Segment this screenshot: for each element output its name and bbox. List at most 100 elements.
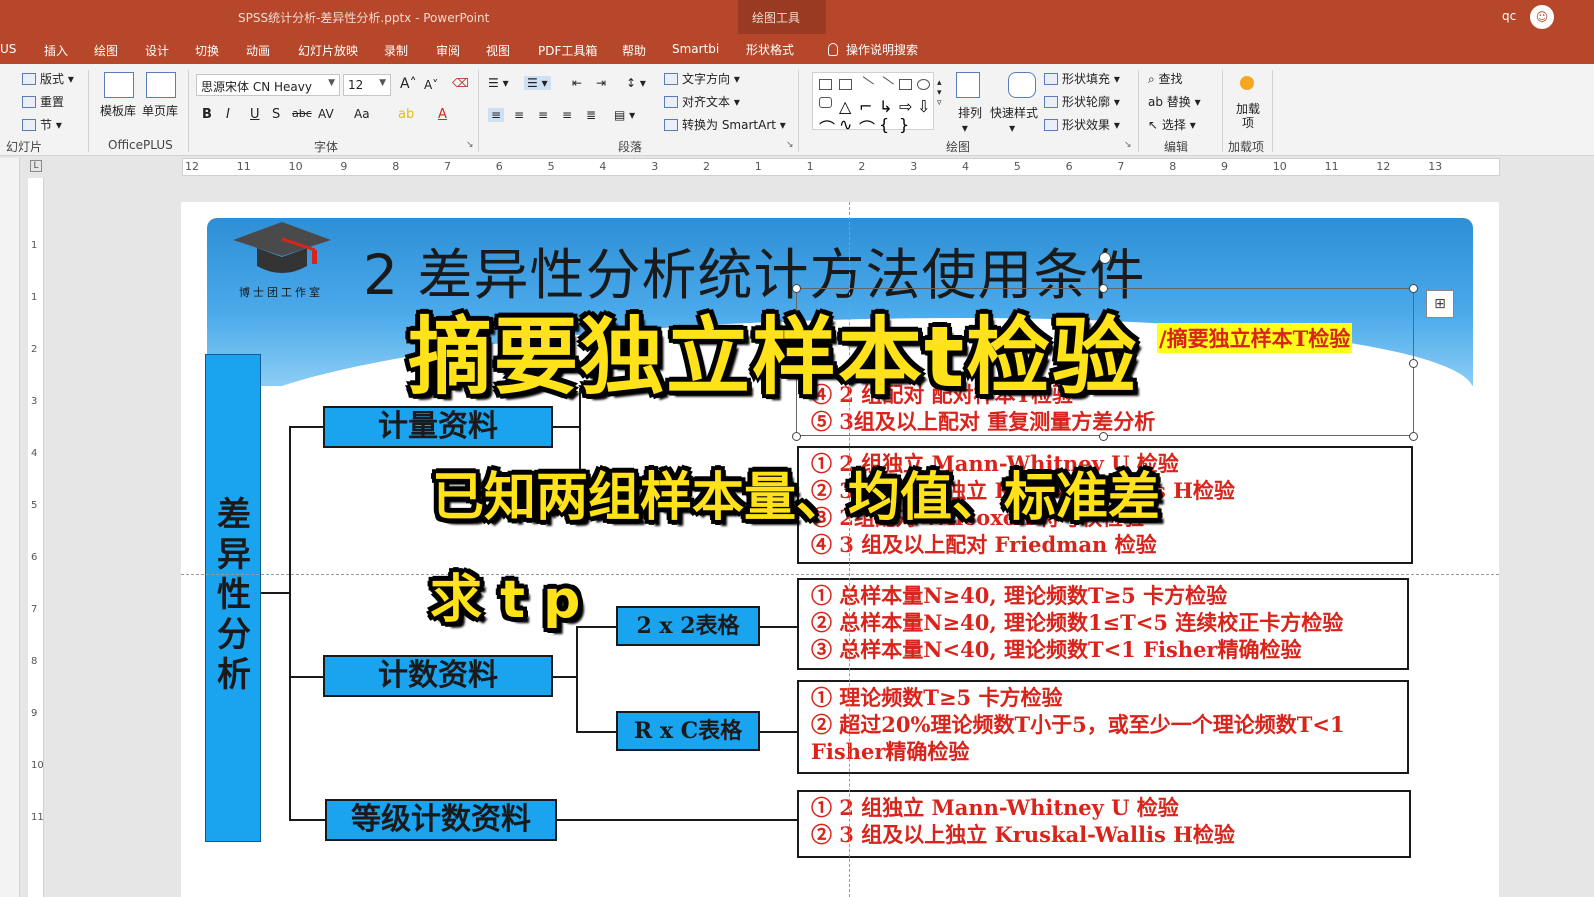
arrange-icon[interactable] <box>956 72 980 98</box>
shape-gallery[interactable]: △ ⌐ ↳ ⇨ ⇩ ⌒ ∿ ⌒ { } <box>812 72 934 138</box>
arrange-button[interactable]: 排列 ▾ <box>958 104 982 135</box>
vertical-ruler[interactable]: 1 1 2 3 4 5 6 7 8 9 10 11 <box>28 178 44 897</box>
tab-shape-format[interactable]: 形状格式 <box>746 41 794 58</box>
dialog-launcher-icon[interactable]: ↘ <box>1124 140 1132 150</box>
tab-record[interactable]: 录制 <box>384 42 408 59</box>
decrease-indent-icon[interactable]: ⇤ <box>572 76 582 90</box>
change-case-button[interactable]: Aa <box>354 107 370 121</box>
tab-draw[interactable]: 绘图 <box>94 42 118 59</box>
section-button[interactable]: 节 ▾ <box>22 116 62 133</box>
text-direction-button[interactable]: 文字方向 ▾ <box>664 70 740 87</box>
bold-button[interactable]: B <box>202 107 212 122</box>
tab-review[interactable]: 审阅 <box>436 42 460 59</box>
quick-styles-icon[interactable] <box>1008 72 1036 98</box>
user-name[interactable]: qc <box>1502 9 1516 23</box>
line-shape-icon[interactable] <box>857 76 874 93</box>
oval-shape-icon[interactable] <box>917 79 930 90</box>
single-page-button[interactable]: 单页库 <box>142 102 178 119</box>
freeform-shape-icon[interactable]: ⌒ <box>819 115 835 138</box>
line-spacing-icon[interactable]: ↕ ▾ <box>626 76 646 90</box>
bullets-icon[interactable]: ☰ ▾ <box>488 76 509 90</box>
grow-font-button[interactable]: A˄ <box>400 76 417 92</box>
increase-indent-icon[interactable]: ⇥ <box>596 76 606 90</box>
shadow-button[interactable]: S <box>272 107 280 122</box>
font-color-icon[interactable]: A <box>438 107 447 122</box>
italic-button[interactable]: I <box>226 107 230 122</box>
triangle-shape-icon[interactable]: △ <box>839 97 852 116</box>
shrink-font-button[interactable]: A˅ <box>424 78 438 92</box>
tab-smartbi[interactable]: Smartbi <box>672 42 719 56</box>
tab-us[interactable]: US <box>0 42 16 56</box>
rounded-rect-shape-icon[interactable] <box>819 97 832 108</box>
arc-shape-icon[interactable]: ⌒ <box>859 115 875 138</box>
horizontal-ruler[interactable]: 12 11 10 9 8 7 6 5 4 3 2 1 1 2 3 4 5 6 7 8 9 10 11 12 13 <box>182 158 1500 176</box>
find-button[interactable]: ⌕ 查找 <box>1148 70 1183 87</box>
dialog-launcher-icon[interactable]: ↘ <box>466 140 474 150</box>
vtextbox-shape-icon[interactable] <box>839 79 852 90</box>
tab-transitions[interactable]: 切换 <box>195 42 219 59</box>
smartart-button[interactable]: 转换为 SmartArt ▾ <box>664 116 786 133</box>
justify-icon[interactable]: ≡ <box>562 108 572 122</box>
align-center-icon[interactable]: ≡ <box>514 108 524 122</box>
font-size-combo[interactable]: 12 ▼ <box>343 74 391 96</box>
elbow-shape-icon[interactable]: ↳ <box>879 97 892 116</box>
tab-stop-selector[interactable]: L <box>30 160 42 172</box>
tab-slideshow[interactable]: 幻灯片放映 <box>298 42 358 59</box>
addins-button[interactable]: 加载项 <box>1234 102 1262 130</box>
char-spacing-button[interactable]: AV <box>318 107 334 121</box>
shape-effects-button[interactable]: 形状效果 ▾ <box>1044 116 1120 133</box>
textbox-shape-icon[interactable] <box>819 79 832 90</box>
connector-shape-icon[interactable]: ⌐ <box>859 97 872 116</box>
replace-button[interactable]: ab 替换 ▾ <box>1148 93 1201 110</box>
right-arrow-shape-icon[interactable]: ⇨ <box>899 97 912 116</box>
table-2x2-methods-box[interactable]: ① 总样本量N≥40, 理论频数T≥5 卡方检验 ② 总样本量N≥40, 理论频… <box>797 578 1409 670</box>
down-arrow-shape-icon[interactable]: ⇩ <box>917 97 930 116</box>
layout-button[interactable]: 版式 ▾ <box>22 70 74 87</box>
align-right-icon[interactable]: ≡ <box>538 108 548 122</box>
table-rxc-node[interactable]: R x C表格 <box>616 711 760 751</box>
tab-design[interactable]: 设计 <box>145 42 169 59</box>
avatar[interactable]: ☺ <box>1530 5 1554 29</box>
root-node[interactable]: 差 异 性 分 析 <box>205 354 261 842</box>
table-2x2-node[interactable]: 2 x 2表格 <box>616 606 760 646</box>
brace-right-shape-icon[interactable]: } <box>899 115 912 134</box>
measurement-data-node[interactable]: 计量资料 <box>323 406 553 448</box>
font-name-combo[interactable]: 思源宋体 CN Heavy ▼ <box>196 74 340 96</box>
resize-handle[interactable] <box>1409 359 1418 368</box>
tab-animations[interactable]: 动画 <box>246 42 270 59</box>
distribute-icon[interactable]: ≣ <box>586 108 596 122</box>
clear-format-icon[interactable]: ⌫ <box>452 76 469 90</box>
resize-handle[interactable] <box>1099 432 1108 441</box>
tab-pdf-tools[interactable]: PDF工具箱 <box>538 42 597 59</box>
resize-handle[interactable] <box>1409 284 1418 293</box>
single-page-icon[interactable] <box>146 72 176 98</box>
addins-icon[interactable] <box>1240 76 1254 90</box>
rect-shape-icon[interactable] <box>899 79 912 90</box>
brace-left-shape-icon[interactable]: { <box>879 115 892 134</box>
align-text-button[interactable]: 对齐文本 ▾ <box>664 93 740 110</box>
shape-fill-button[interactable]: 形状填充 ▾ <box>1044 70 1120 87</box>
ordinal-data-node[interactable]: 等级计数资料 <box>325 799 557 841</box>
shape-outline-button[interactable]: 形状轮廓 ▾ <box>1044 93 1120 110</box>
columns-icon[interactable]: ▤ ▾ <box>614 108 635 122</box>
align-left-icon[interactable]: ≡ <box>488 108 505 122</box>
tab-help[interactable]: 帮助 <box>622 42 646 59</box>
count-data-node[interactable]: 计数资料 <box>323 655 553 697</box>
rotate-handle[interactable] <box>1099 252 1111 264</box>
layout-options-icon[interactable]: ⊞ <box>1426 290 1454 318</box>
dialog-launcher-icon[interactable]: ↘ <box>786 140 794 150</box>
ordinal-methods-box[interactable]: ① 2 组独立 Mann-Whitney U 检验 ② 3 组及以上独立 Kru… <box>797 790 1411 858</box>
gallery-scroll-icon[interactable]: ▴ ▾ ▿ <box>937 78 942 108</box>
template-library-button[interactable]: 模板库 <box>100 102 136 119</box>
reset-button[interactable]: 重置 <box>22 93 64 110</box>
curve-shape-icon[interactable]: ∿ <box>839 115 852 134</box>
table-rxc-methods-box[interactable]: ① 理论频数T≥5 卡方检验 ② 超过20%理论频数T小于5，或至少一个理论频数… <box>797 680 1409 774</box>
resize-handle[interactable] <box>792 432 801 441</box>
strikethrough-button[interactable]: abc <box>292 107 312 120</box>
highlight-color-icon[interactable]: ab <box>398 107 414 122</box>
numbering-icon[interactable]: ☰ ▾ <box>524 76 551 90</box>
tab-view[interactable]: 视图 <box>486 42 510 59</box>
resize-handle[interactable] <box>1409 432 1418 441</box>
tell-me-search[interactable]: 操作说明搜索 <box>828 41 918 58</box>
select-button[interactable]: ↖ 选择 ▾ <box>1148 116 1196 133</box>
